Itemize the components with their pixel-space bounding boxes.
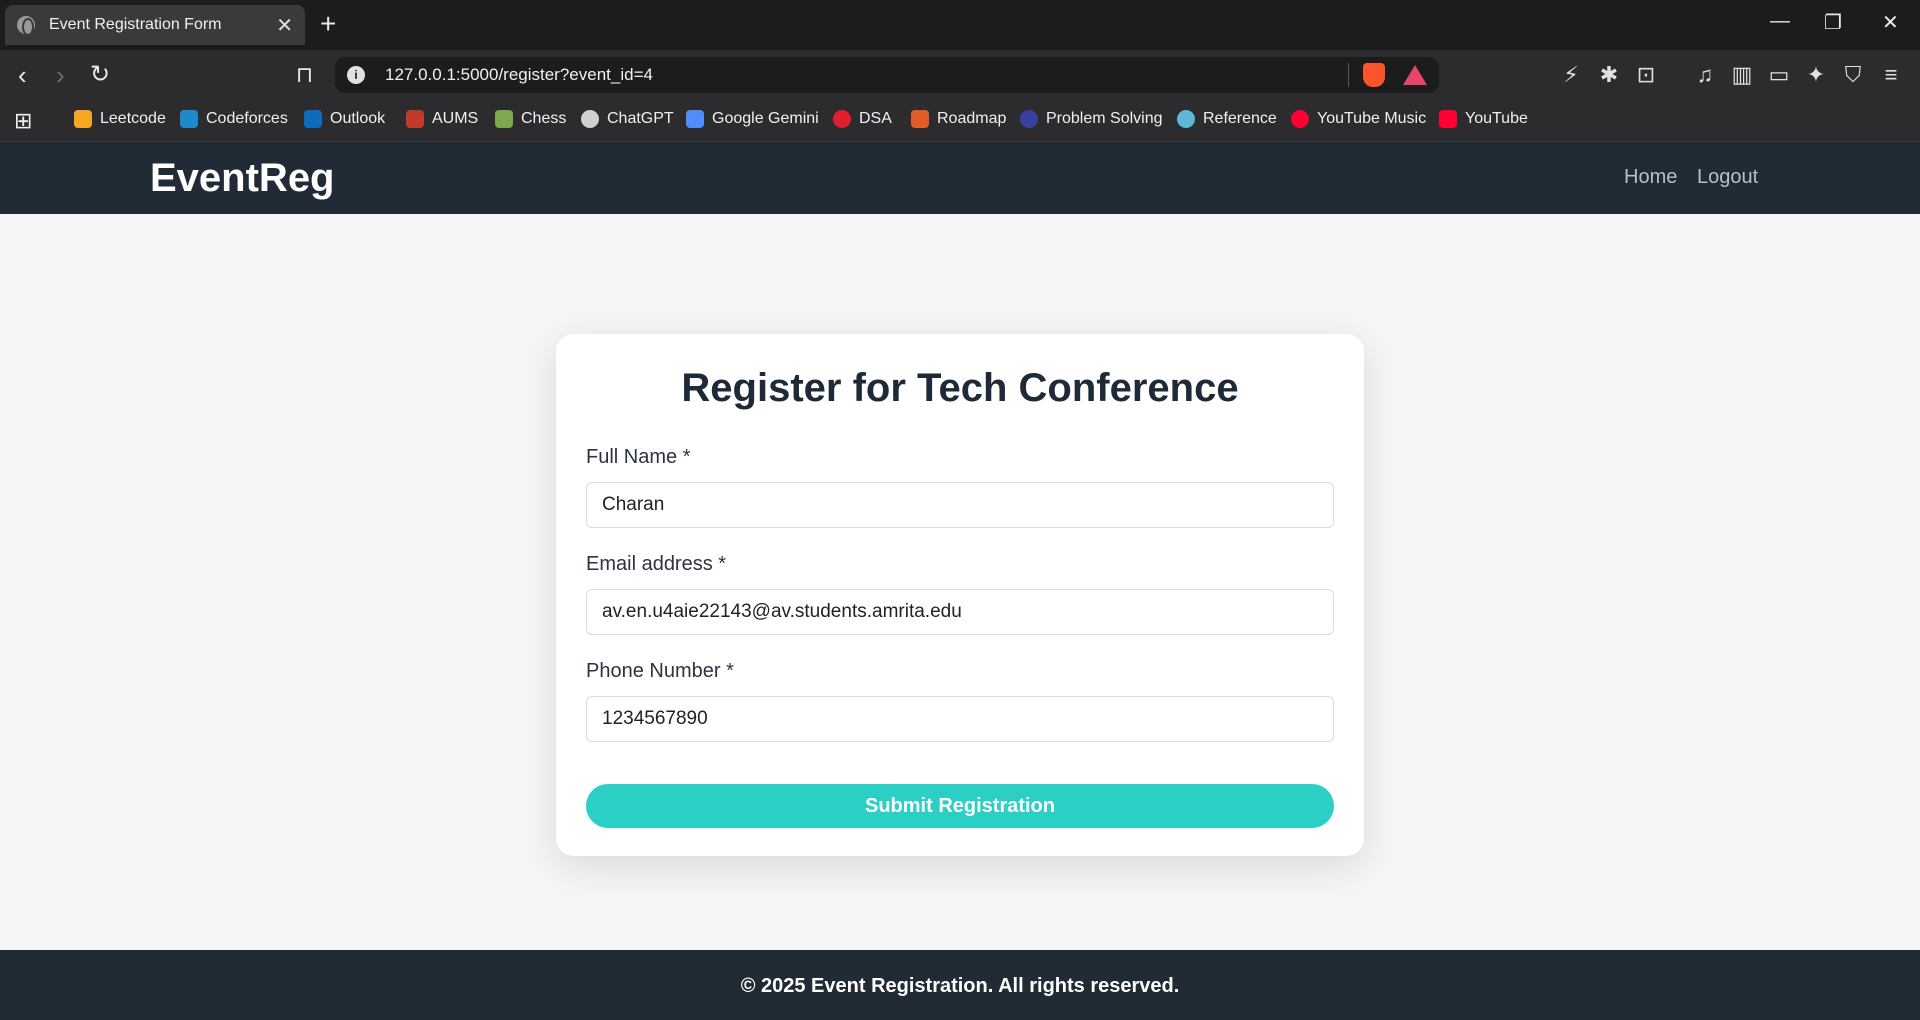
vpn-icon[interactable]: ⛉ — [1840, 62, 1866, 88]
sidebar-icon[interactable]: ▥ — [1729, 62, 1755, 88]
bookmark-youtube[interactable]: YouTube — [1439, 110, 1528, 128]
browser-tab[interactable]: Event Registration Form ✕ — [5, 5, 305, 45]
leetcode-icon — [74, 110, 92, 128]
youtube-music-icon — [1291, 110, 1309, 128]
reload-icon[interactable]: ↻ — [90, 60, 110, 90]
media-icon[interactable]: ♫ — [1692, 62, 1718, 88]
gemini-icon — [686, 110, 704, 128]
bookmark-chatgpt[interactable]: ChatGPT — [581, 110, 674, 128]
nav-logout-link[interactable]: Logout — [1697, 166, 1758, 189]
bookmark-outlook[interactable]: Outlook — [304, 110, 385, 128]
submit-registration-button[interactable]: Submit Registration — [586, 784, 1334, 828]
browser-tab-bar: Event Registration Form ✕ + — ❐ ✕ — [0, 0, 1920, 50]
react-icon — [1177, 110, 1195, 128]
chess-icon — [495, 110, 513, 128]
codeforces-icon — [180, 110, 198, 128]
phone-input[interactable] — [586, 696, 1334, 742]
chatgpt-icon — [581, 110, 599, 128]
close-tab-icon[interactable]: ✕ — [276, 13, 293, 38]
bookmark-dsa[interactable]: DSA — [833, 110, 892, 128]
bookmark-roadmap[interactable]: Roadmap — [911, 110, 1006, 128]
brand-logo[interactable]: EventReg — [150, 156, 335, 201]
bookmark-chess[interactable]: Chess — [495, 110, 566, 128]
brave-shields-icon[interactable] — [1363, 63, 1385, 87]
leo-ai-icon[interactable]: ✦ — [1803, 62, 1829, 88]
window-close-icon[interactable]: ✕ — [1882, 10, 1899, 35]
apps-grid-icon[interactable]: ⊞ — [14, 108, 32, 134]
rocket-icon — [911, 110, 929, 128]
aums-icon — [406, 110, 424, 128]
bookmark-youtube-music[interactable]: YouTube Music — [1291, 110, 1426, 128]
browser-toolbar: ‹ › ↻ ⊓ i 127.0.0.1:5000/register?event_… — [0, 50, 1920, 100]
problem-solving-icon — [1020, 110, 1038, 128]
bookmark-leetcode[interactable]: Leetcode — [74, 110, 166, 128]
bookmark-google-gemini[interactable]: Google Gemini — [686, 110, 819, 128]
forward-icon[interactable]: › — [56, 60, 65, 90]
globe-icon — [17, 16, 35, 36]
address-bar[interactable]: i 127.0.0.1:5000/register?event_id=4 — [335, 57, 1439, 93]
bookmark-problem-solving[interactable]: Problem Solving — [1020, 110, 1163, 128]
bookmark-reference[interactable]: Reference — [1177, 110, 1277, 128]
menu-icon[interactable]: ≡ — [1878, 62, 1904, 88]
minimize-icon[interactable]: — — [1770, 10, 1790, 33]
bookmarks-bar: ⊞ Leetcode Codeforces Outlook AUMS Chess… — [0, 100, 1920, 142]
outlook-icon — [304, 110, 322, 128]
email-label: Email address * — [586, 553, 727, 575]
email-input[interactable] — [586, 589, 1334, 635]
bookmark-aums[interactable]: AUMS — [406, 110, 478, 128]
wallet-icon[interactable]: ▭ — [1766, 62, 1792, 88]
site-header: EventReg Home Logout — [0, 142, 1920, 214]
full-name-input[interactable] — [586, 482, 1334, 528]
url-text[interactable]: 127.0.0.1:5000/register?event_id=4 — [385, 65, 1348, 85]
omnibox-divider — [1348, 63, 1349, 87]
screenshot-icon[interactable]: ⊡ — [1633, 62, 1659, 88]
restore-icon[interactable]: ❐ — [1824, 10, 1842, 35]
wallet-extension-icon[interactable]: ⚡ — [1558, 62, 1584, 88]
site-footer: © 2025 Event Registration. All rights re… — [0, 950, 1920, 1020]
youtube-icon — [1439, 110, 1457, 128]
back-icon[interactable]: ‹ — [18, 60, 27, 90]
extensions-icon[interactable]: ✱ — [1596, 62, 1622, 88]
full-name-label: Full Name * — [586, 446, 691, 468]
new-tab-button[interactable]: + — [320, 8, 336, 40]
brave-rewards-icon[interactable] — [1403, 65, 1427, 85]
registration-card: Register for Tech Conference Full Name *… — [556, 334, 1364, 856]
site-info-icon[interactable]: i — [347, 66, 365, 84]
dsa-icon — [833, 110, 851, 128]
tab-title: Event Registration Form — [49, 16, 222, 33]
nav-home-link[interactable]: Home — [1624, 166, 1677, 189]
phone-label: Phone Number * — [586, 660, 734, 682]
form-title: Register for Tech Conference — [681, 366, 1239, 410]
bookmark-codeforces[interactable]: Codeforces — [180, 110, 288, 128]
bookmark-icon[interactable]: ⊓ — [296, 60, 313, 90]
